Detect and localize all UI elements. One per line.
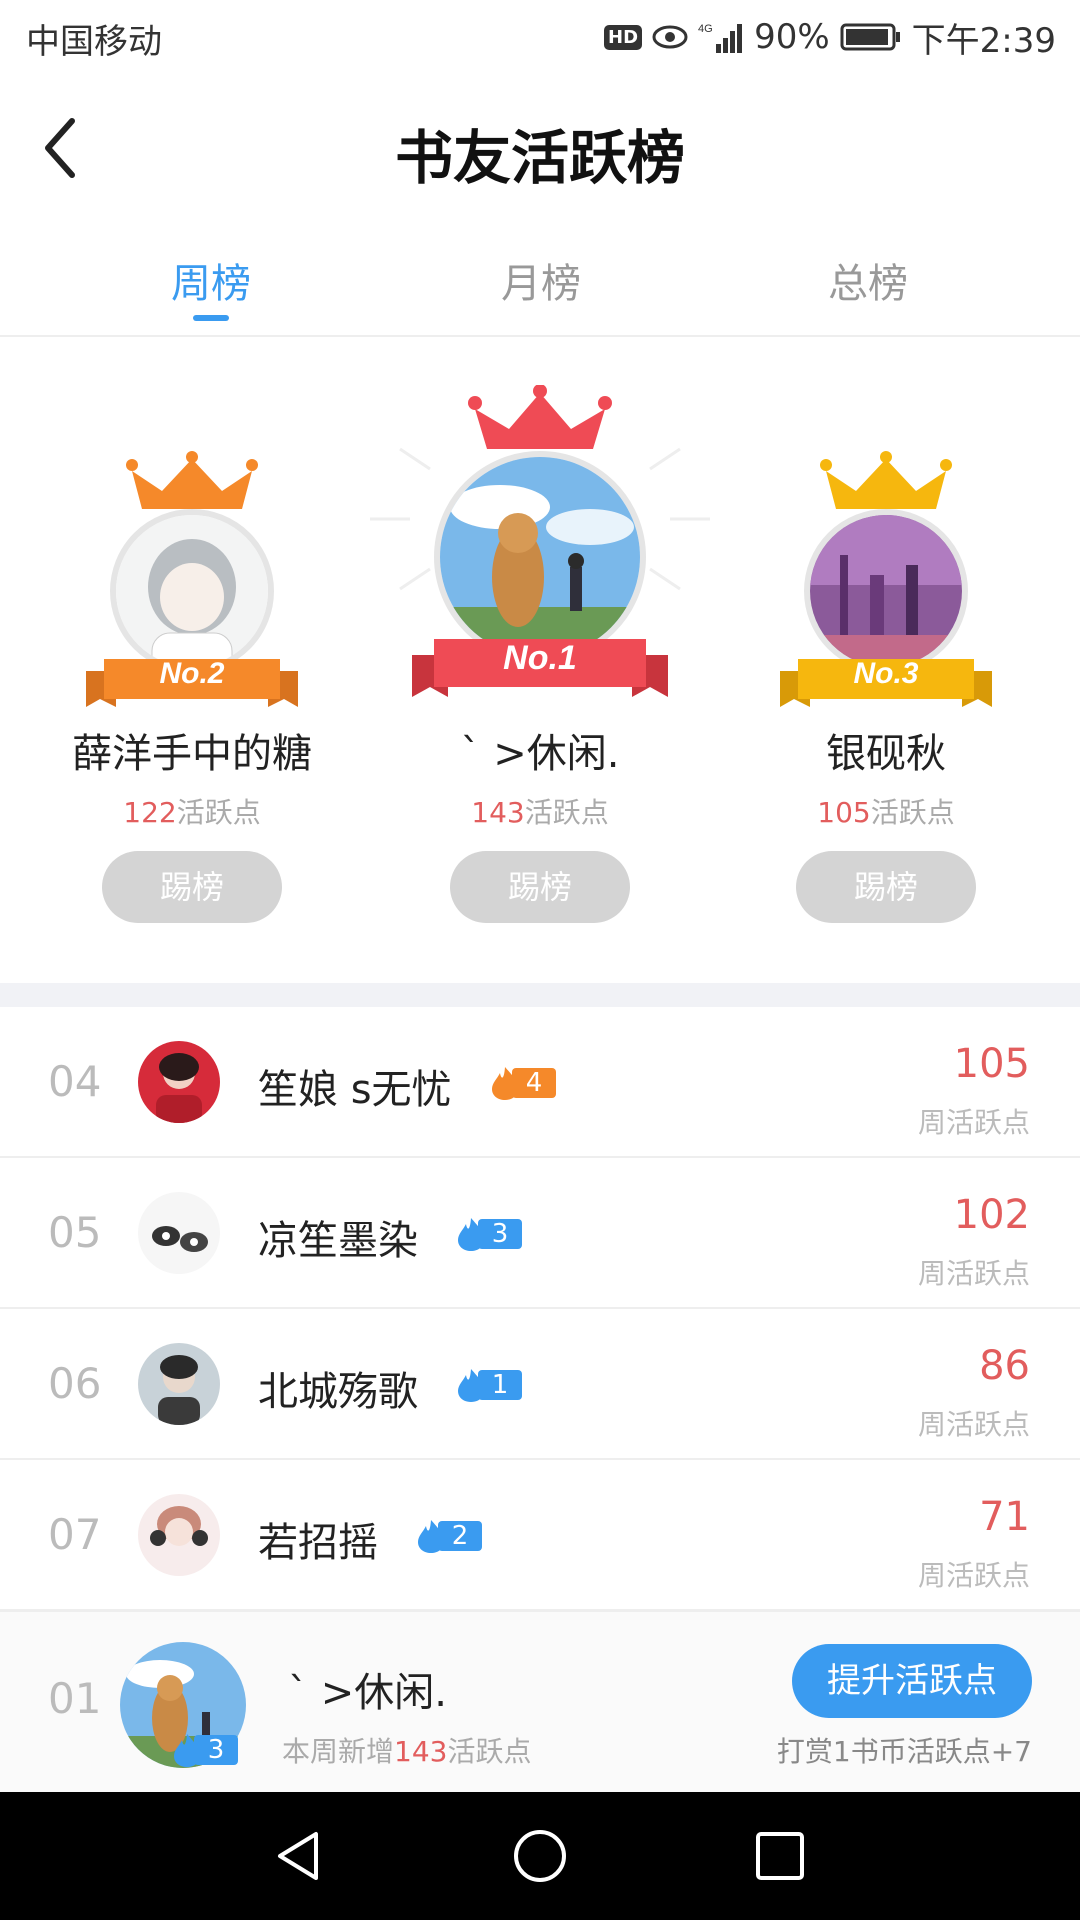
podium-points: 105活跃点 — [817, 796, 955, 829]
tab-monthly[interactable]: 月榜 — [441, 251, 641, 309]
rank-number: 04 — [48, 1057, 102, 1106]
my-rank-bar: 01 3 ˋ >休闲. 本周新增143活跃点 提升活跃点 打赏1书币活跃点+7 — [0, 1610, 1080, 1792]
list-item[interactable]: 07 若招摇 2 71 周活跃点 — [0, 1460, 1080, 1611]
user-name: 笙娘 s无忧 — [258, 1067, 452, 1113]
avatar[interactable] — [804, 509, 968, 673]
crown-icon — [820, 451, 952, 509]
podium-points: 122活跃点 — [123, 796, 261, 829]
podium: No.2 薛洋手中的糖 122活跃点 踢榜 No.1 ˋ >休闲. 143活跃点… — [0, 339, 1080, 983]
nav-recents-icon[interactable] — [750, 1826, 810, 1886]
battery-icon — [840, 23, 900, 51]
rank-list: 04 笙娘 s无忧 4 105 周活跃点 05 凉笙墨染 3 102 周活跃点 … — [0, 1007, 1080, 1611]
page-title: 书友活跃榜 — [394, 124, 685, 192]
avatar-image — [116, 515, 268, 667]
my-name: ˋ >休闲. — [288, 1670, 447, 1716]
carrier-label: 中国移动 — [26, 22, 162, 62]
level-badge: 2 — [414, 1518, 482, 1554]
podium-points: 143活跃点 — [471, 796, 609, 829]
list-item[interactable]: 04 笙娘 s无忧 4 105 周活跃点 — [0, 1007, 1080, 1158]
podium-name[interactable]: ˋ >休闲. — [370, 721, 710, 779]
level-badge: 4 — [488, 1065, 556, 1101]
avatar-image — [138, 1192, 220, 1274]
battery-percent: 90% — [754, 17, 830, 57]
system-navigation-bar — [0, 1792, 1080, 1920]
podium-third: No.3 银砚秋 105活跃点 踢榜 — [716, 339, 1056, 983]
avatar[interactable] — [138, 1192, 220, 1274]
status-indicators: HD 4G 90% 下午2:39 — [604, 12, 1056, 62]
activity-value: 105 — [953, 1041, 1030, 1087]
signal-icon: 4G — [698, 23, 743, 53]
eye-icon — [652, 25, 688, 49]
level-number: 4 — [512, 1068, 556, 1098]
kick-button[interactable]: 踢榜 — [102, 851, 282, 923]
avatar-image — [138, 1343, 220, 1425]
level-badge: 1 — [454, 1367, 522, 1403]
kick-button[interactable]: 踢榜 — [796, 851, 976, 923]
ranking-tabs: 周榜 月榜 总榜 — [0, 225, 1080, 337]
activity-value: 86 — [979, 1343, 1030, 1389]
level-badge: 3 — [170, 1732, 238, 1768]
avatar-image — [440, 457, 640, 657]
clock: 下午2:39 — [911, 20, 1056, 61]
avatar-image — [138, 1494, 220, 1576]
avatar[interactable] — [138, 1494, 220, 1576]
rank-label: No.1 — [503, 639, 577, 677]
rank-label: No.3 — [853, 657, 919, 690]
status-bar: 中国移动 HD 4G 90% 下午2:39 — [0, 0, 1080, 75]
section-divider — [0, 983, 1080, 1007]
user-name: 凉笙墨染 — [258, 1218, 418, 1264]
rank-number: 07 — [48, 1510, 102, 1559]
avatar-image — [138, 1041, 220, 1123]
user-name: 北城殇歌 — [258, 1369, 418, 1415]
list-item[interactable]: 06 北城殇歌 1 86 周活跃点 — [0, 1309, 1080, 1460]
rank-number: 06 — [48, 1359, 102, 1408]
activity-unit: 周活跃点 — [917, 1559, 1030, 1592]
avatar[interactable] — [138, 1041, 220, 1123]
activity-value: 102 — [953, 1192, 1030, 1238]
activity-unit: 周活跃点 — [917, 1257, 1030, 1290]
crown-icon — [126, 451, 258, 509]
rank-label: No.2 — [159, 657, 225, 690]
level-badge: 3 — [454, 1216, 522, 1252]
activity-unit: 周活跃点 — [917, 1408, 1030, 1441]
podium-name[interactable]: 银砚秋 — [716, 721, 1056, 779]
my-rank-number: 01 — [48, 1674, 102, 1723]
kick-button[interactable]: 踢榜 — [450, 851, 630, 923]
podium-second: No.2 薛洋手中的糖 122活跃点 踢榜 — [22, 339, 362, 983]
user-name: 若招摇 — [258, 1520, 378, 1566]
level-number: 3 — [478, 1219, 522, 1249]
nav-home-icon[interactable] — [510, 1826, 570, 1886]
tab-total[interactable]: 总榜 — [768, 251, 968, 309]
avatar-image — [810, 515, 962, 667]
level-number: 3 — [194, 1735, 238, 1765]
boost-note: 打赏1书币活跃点+7 — [776, 1735, 1032, 1768]
activity-value: 71 — [979, 1494, 1030, 1540]
podium-first: No.1 ˋ >休闲. 143活跃点 踢榜 — [370, 339, 710, 983]
svg-text:4G: 4G — [698, 23, 713, 35]
header: 书友活跃榜 — [0, 75, 1080, 225]
avatar[interactable] — [138, 1343, 220, 1425]
nav-back-icon[interactable] — [270, 1826, 330, 1886]
boost-activity-button[interactable]: 提升活跃点 — [792, 1644, 1032, 1718]
tab-weekly[interactable]: 周榜 — [111, 251, 311, 309]
hd-badge: HD — [604, 24, 643, 50]
crown-icon — [468, 385, 612, 449]
my-weekly-gain: 本周新增143活跃点 — [282, 1735, 532, 1768]
list-item[interactable]: 05 凉笙墨染 3 102 周活跃点 — [0, 1158, 1080, 1309]
avatar[interactable] — [110, 509, 274, 673]
active-tab-indicator — [193, 315, 229, 321]
rank-number: 05 — [48, 1208, 102, 1257]
podium-name[interactable]: 薛洋手中的糖 — [22, 721, 362, 779]
level-number: 1 — [478, 1370, 522, 1400]
level-number: 2 — [438, 1521, 482, 1551]
activity-unit: 周活跃点 — [917, 1106, 1030, 1139]
